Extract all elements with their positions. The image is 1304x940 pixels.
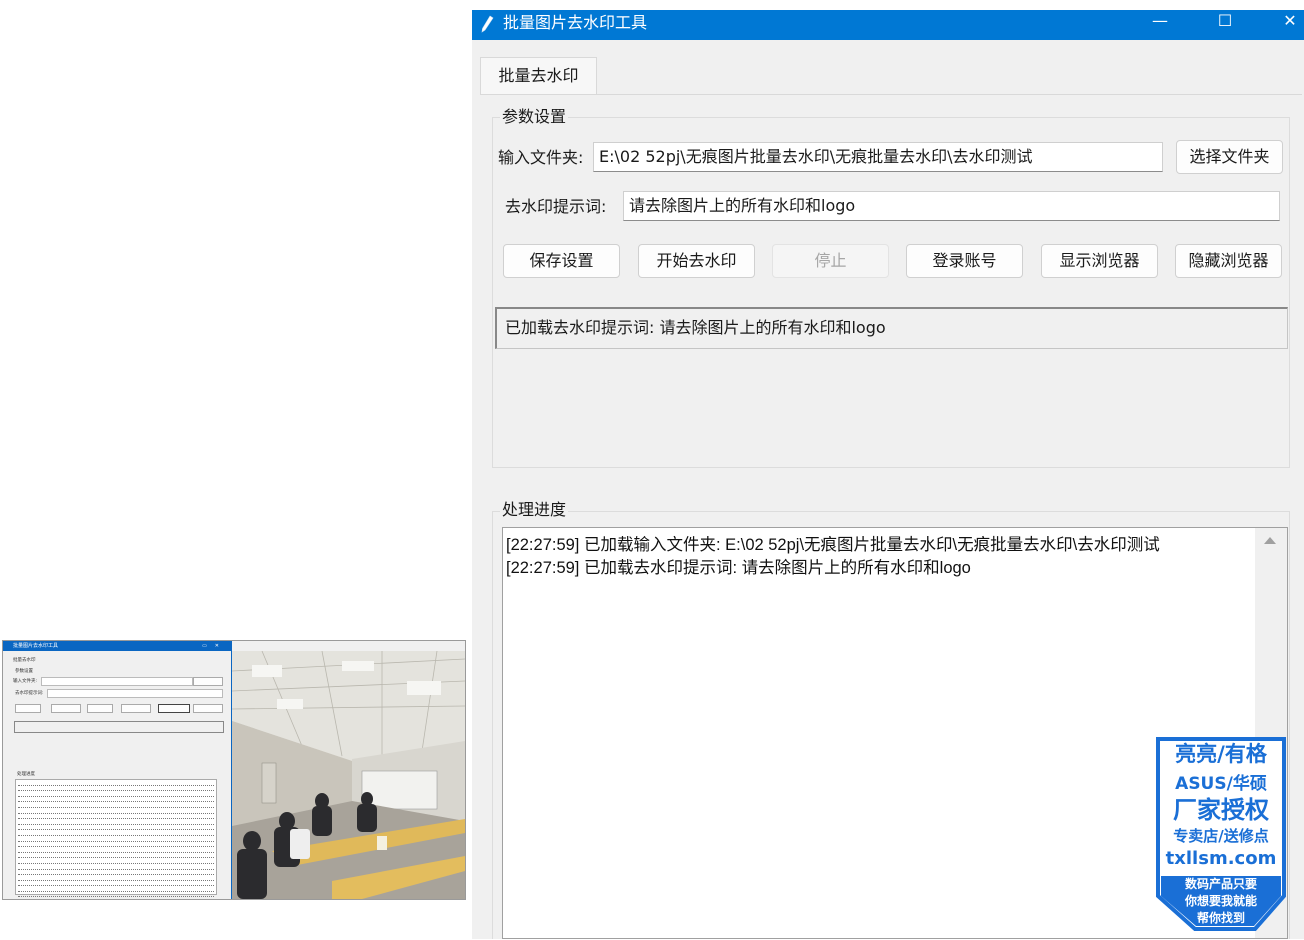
thumbnail-input-box bbox=[41, 677, 193, 686]
badge-line-1: 亮亮/有格 bbox=[1175, 742, 1267, 766]
badge-line-2: ASUS/华硕 bbox=[1175, 774, 1267, 794]
thumbnail-screenshot: 批量图片去水印工具 ▭✕ 批量去水印 参数设置 输入文件夹: 去水印提示词: 处… bbox=[2, 640, 466, 900]
thumbnail-input-label: 输入文件夹: bbox=[13, 679, 38, 684]
watermark-badge: 亮亮/有格 ASUS/华硕 厂家授权 专卖店/送修点 txllsm.com 数码… bbox=[1155, 736, 1287, 932]
thumbnail-prompt-label: 去水印提示词: bbox=[15, 691, 44, 696]
thumbnail-status-box bbox=[14, 721, 224, 733]
classroom-photo bbox=[232, 651, 465, 899]
prompt-field[interactable]: 请去除图片上的所有水印和logo bbox=[623, 191, 1280, 221]
prompt-label: 去水印提示词: bbox=[505, 197, 607, 216]
thumbnail-title: 批量图片去水印工具 bbox=[13, 643, 59, 649]
stop-button[interactable]: 停止 bbox=[772, 244, 889, 278]
badge-line-3: 厂家授权 bbox=[1173, 796, 1269, 824]
hide-browser-button[interactable]: 隐藏浏览器 bbox=[1175, 244, 1282, 278]
thumbnail-tab: 批量去水印 bbox=[13, 658, 36, 663]
log-line: [22:27:59] 已加载去水印提示词: 请去除图片上的所有水印和logo bbox=[506, 559, 971, 577]
input-folder-field[interactable]: E:\02 52pj\无痕图片批量去水印\无痕批量去水印\去水印测试 bbox=[593, 142, 1163, 172]
thumbnail-titlebar: 批量图片去水印工具 ▭✕ bbox=[3, 641, 231, 651]
thumbnail-hide-browser-button bbox=[193, 704, 223, 713]
badge-line-4: 专卖店/送修点 bbox=[1173, 827, 1269, 845]
thumbnail-group-label: 参数设置 bbox=[15, 669, 33, 674]
login-button[interactable]: 登录账号 bbox=[906, 244, 1023, 278]
close-button[interactable]: ✕ bbox=[1265, 10, 1304, 32]
progress-group-label: 处理进度 bbox=[500, 500, 569, 520]
thumbnail-stop-button bbox=[87, 704, 113, 713]
thumbnail-prompt-box bbox=[47, 689, 223, 698]
show-browser-button[interactable]: 显示浏览器 bbox=[1041, 244, 1158, 278]
maximize-button[interactable]: ☐ bbox=[1200, 10, 1250, 32]
badge-line-6: 数码产品只要 bbox=[1184, 877, 1257, 891]
thumbnail-save-button bbox=[15, 704, 41, 713]
thumbnail-progress-label: 处理进度 bbox=[17, 772, 35, 777]
pen-icon bbox=[481, 15, 494, 33]
thumbnail-window-controls: ▭✕ bbox=[202, 643, 227, 649]
start-button[interactable]: 开始去水印 bbox=[638, 244, 755, 278]
classroom-photo-drawing bbox=[232, 651, 465, 899]
badge-line-8: 帮你找到 bbox=[1196, 911, 1245, 925]
status-text: 已加载去水印提示词: 请去除图片上的所有水印和logo bbox=[495, 307, 1288, 349]
input-folder-label: 输入文件夹: bbox=[498, 148, 584, 167]
badge-line-7: 你想要我就能 bbox=[1184, 894, 1257, 908]
minimize-button[interactable]: — bbox=[1135, 10, 1185, 32]
tab-batch-watermark[interactable]: 批量去水印 bbox=[480, 57, 597, 95]
save-settings-button[interactable]: 保存设置 bbox=[503, 244, 620, 278]
badge-line-5: txllsm.com bbox=[1165, 848, 1277, 869]
title-bar: 批量图片去水印工具 — ☐ ✕ bbox=[472, 10, 1304, 40]
thumbnail-app-window: 批量图片去水印工具 ▭✕ 批量去水印 参数设置 输入文件夹: 去水印提示词: 处… bbox=[3, 641, 232, 899]
thumbnail-log bbox=[15, 779, 217, 898]
thumbnail-show-browser-button bbox=[158, 704, 190, 713]
log-line: [22:27:59] 已加载输入文件夹: E:\02 52pj\无痕图片批量去水… bbox=[506, 536, 1160, 554]
window-title: 批量图片去水印工具 bbox=[503, 13, 648, 32]
select-folder-button[interactable]: 选择文件夹 bbox=[1176, 140, 1283, 174]
thumbnail-start-button bbox=[51, 704, 81, 713]
thumbnail-login-button bbox=[121, 704, 151, 713]
scroll-up-arrow-icon[interactable] bbox=[1264, 537, 1276, 544]
settings-group-label: 参数设置 bbox=[500, 107, 569, 127]
thumbnail-select-button bbox=[193, 677, 223, 686]
